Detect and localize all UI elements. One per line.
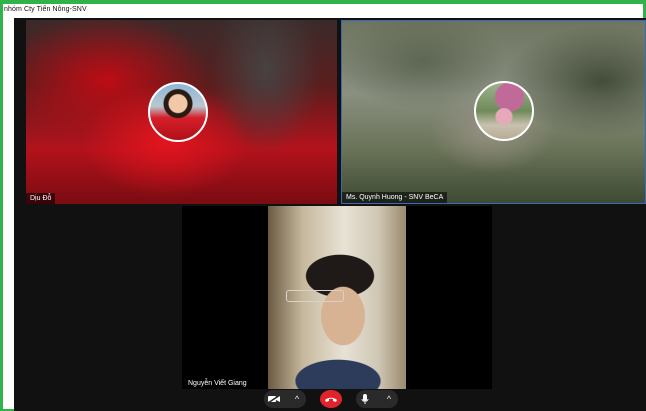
participant-tile[interactable]: Nguyễn Viết Giang <box>182 206 492 389</box>
microphone-options-chevron[interactable]: ^ <box>380 390 398 408</box>
camera-button[interactable]: ^ <box>264 390 306 408</box>
camera-options-chevron[interactable]: ^ <box>288 390 306 408</box>
call-stage: Dịu Đỗ Ms. Quynh Huong - SNV BeCA Nguyễn… <box>14 18 646 411</box>
participant-avatar <box>148 82 208 142</box>
glasses-shape <box>286 290 344 302</box>
call-controls: ^ ^ <box>264 388 414 411</box>
end-call-button[interactable] <box>320 390 342 408</box>
microphone-button[interactable]: ^ <box>356 390 398 408</box>
participant-tile[interactable]: Dịu Đỗ <box>26 20 337 204</box>
participant-tile[interactable]: Ms. Quynh Huong - SNV BeCA <box>341 20 646 204</box>
participant-video <box>268 206 406 389</box>
participant-name: Ms. Quynh Huong - SNV BeCA <box>342 192 448 203</box>
camera-off-icon <box>267 394 281 404</box>
participant-name: Nguyễn Viết Giang <box>184 378 251 389</box>
microphone-icon <box>361 394 369 404</box>
video-call-window: nhóm Cty Tiến Nông-SNV Dịu Đỗ Ms. Quynh … <box>0 0 646 411</box>
phone-hangup-icon <box>325 397 337 402</box>
participant-avatar <box>474 81 534 141</box>
window-title: nhóm Cty Tiến Nông-SNV <box>4 6 87 13</box>
participant-name: Dịu Đỗ <box>26 193 56 204</box>
